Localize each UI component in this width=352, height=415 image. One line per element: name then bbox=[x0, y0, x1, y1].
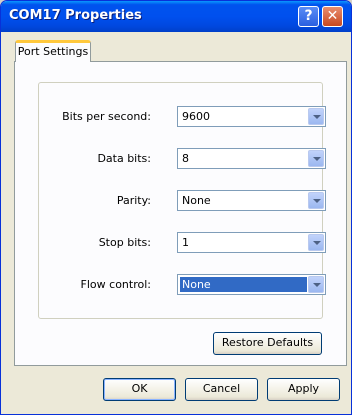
flow-control-value: None bbox=[180, 277, 307, 292]
title-bar[interactable]: COM17 Properties ? ✕ bbox=[1, 1, 351, 32]
restore-defaults-button[interactable]: Restore Defaults bbox=[213, 332, 322, 355]
ok-button[interactable]: OK bbox=[103, 378, 176, 401]
parity-value: None bbox=[182, 194, 211, 207]
properties-window: COM17 Properties ? ✕ Port Settings Bits … bbox=[0, 0, 352, 415]
flow-control-label: Flow control: bbox=[80, 278, 151, 291]
parity-select[interactable]: None bbox=[177, 190, 326, 211]
chevron-down-icon[interactable] bbox=[308, 276, 324, 293]
close-button[interactable]: ✕ bbox=[322, 6, 343, 27]
parity-label: Parity: bbox=[116, 194, 151, 207]
data-bits-label: Data bits: bbox=[97, 152, 151, 165]
help-icon: ? bbox=[304, 8, 313, 24]
stop-bits-select[interactable]: 1 bbox=[177, 232, 326, 253]
data-bits-value: 8 bbox=[182, 152, 189, 165]
bits-per-second-value: 9600 bbox=[182, 110, 210, 123]
bits-per-second-select[interactable]: 9600 bbox=[177, 106, 326, 127]
stop-bits-label: Stop bits: bbox=[98, 236, 151, 249]
chevron-down-icon[interactable] bbox=[308, 234, 324, 251]
dialog-body: Port Settings Bits per second: 9600 Data… bbox=[5, 32, 347, 410]
window-title: COM17 Properties bbox=[9, 8, 142, 23]
tab-port-settings[interactable]: Port Settings bbox=[15, 40, 91, 62]
close-icon: ✕ bbox=[326, 8, 339, 24]
settings-group: Bits per second: 9600 Data bits: 8 Parit… bbox=[38, 82, 326, 319]
cancel-button[interactable]: Cancel bbox=[185, 378, 258, 401]
apply-button[interactable]: Apply bbox=[267, 378, 340, 401]
bits-per-second-label: Bits per second: bbox=[62, 110, 151, 123]
help-button[interactable]: ? bbox=[298, 6, 319, 27]
chevron-down-icon[interactable] bbox=[308, 150, 324, 167]
chevron-down-icon[interactable] bbox=[308, 192, 324, 209]
data-bits-select[interactable]: 8 bbox=[177, 148, 326, 169]
tab-panel: Bits per second: 9600 Data bits: 8 Parit… bbox=[14, 61, 347, 366]
stop-bits-value: 1 bbox=[182, 236, 189, 249]
flow-control-select[interactable]: None bbox=[177, 274, 326, 295]
chevron-down-icon[interactable] bbox=[308, 108, 324, 125]
